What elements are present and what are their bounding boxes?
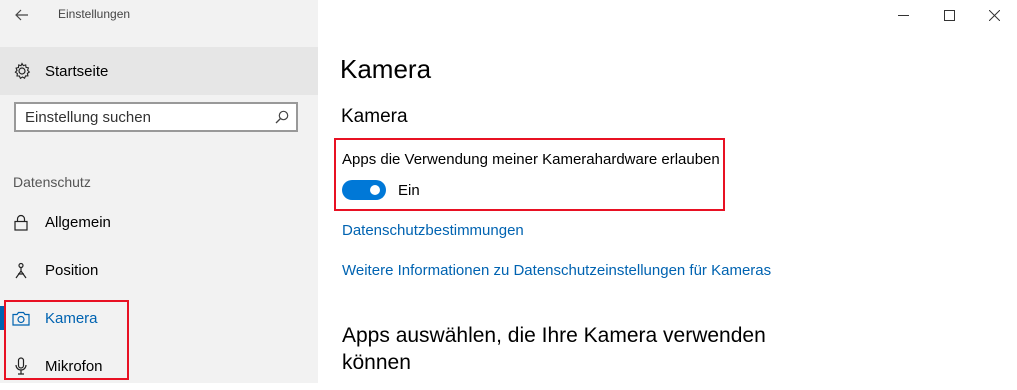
highlight-box-sidebar [4,300,129,380]
highlight-box-toggle [334,138,725,211]
gear-icon [12,61,32,81]
back-arrow-icon [15,9,28,21]
sidebar-item-label: Position [45,261,99,279]
page-title: Kamera [340,54,432,84]
apps-heading: Apps auswählen, die Ihre Kamera verwende… [342,324,766,374]
lock-icon [12,213,30,231]
home-label: Startseite [45,62,109,80]
sidebar-item-label: Allgemein [45,213,111,231]
maximize-icon [943,9,955,21]
sidebar-home[interactable]: Startseite [0,47,318,95]
settings-search[interactable] [14,102,298,132]
camera-access-description: Apps die Verwendung meiner Kamerahardwar… [342,151,720,168]
minimize-icon [897,14,909,16]
more-info-link[interactable]: Weitere Informationen zu Datenschutzeins… [342,262,771,279]
sidebar-item-position[interactable]: Position [0,246,318,294]
sidebar-section-label: Datenschutz [13,174,91,190]
search-input[interactable] [16,104,271,130]
window-title: Einstellungen [58,7,131,21]
minimize-button[interactable] [880,0,926,30]
sidebar-item-allgemein[interactable]: Allgemein [0,198,318,246]
camera-access-toggle[interactable] [342,180,386,200]
maximize-button[interactable] [926,0,972,30]
search-icon[interactable] [271,110,293,124]
toggle-state-label: Ein [398,182,420,199]
privacy-statement-link[interactable]: Datenschutzbestimmungen [342,222,524,239]
close-button[interactable] [971,0,1017,30]
section-title: Kamera [341,106,408,127]
location-icon [12,261,30,279]
toggle-knob [370,185,380,195]
back-button[interactable] [12,5,32,25]
close-icon [988,9,1000,21]
